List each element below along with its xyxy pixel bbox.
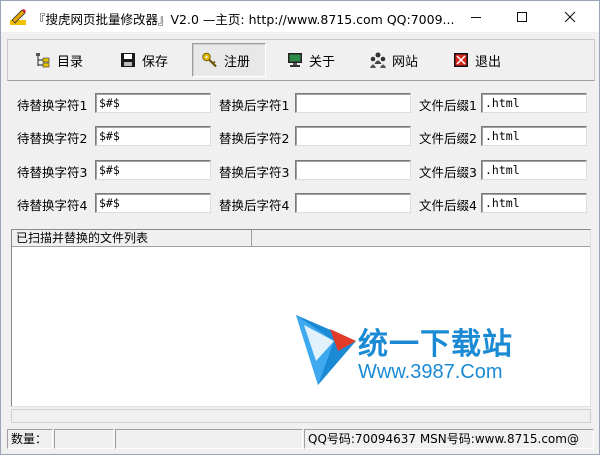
replace-label-2: 替换后字符2 (219, 131, 290, 146)
find-input-3[interactable]: $#$ (95, 160, 211, 180)
replace-label-3: 替换后字符3 (219, 165, 290, 180)
register-button[interactable]: 注册 (192, 43, 266, 77)
maximize-icon (517, 11, 527, 22)
close-icon (564, 11, 576, 22)
folder-tree-icon (36, 53, 50, 68)
exit-label: 退出 (475, 54, 502, 70)
register-label: 注册 (224, 54, 251, 70)
ext-input-2[interactable]: .html (481, 126, 587, 146)
ext-label-2: 文件后缀2 (419, 131, 477, 146)
monitor-icon (288, 53, 302, 67)
find-input-4[interactable]: $#$ (95, 193, 211, 213)
column-header-files[interactable]: 已扫描并替换的文件列表 (12, 230, 252, 247)
directory-label: 目录 (57, 54, 84, 70)
status-contact: QQ号码:70094637 MSN号码:www.8715.com@ (304, 429, 594, 449)
title-bar[interactable]: 『搜虎网页批量修改器』V2.0 —主页: http://www.8715.com… (1, 1, 599, 32)
ext-input-1[interactable]: .html (481, 93, 587, 113)
find-input-1[interactable]: $#$ (95, 93, 211, 113)
key-icon (202, 52, 217, 68)
ext-input-3[interactable]: .html (481, 160, 587, 180)
minimize-button[interactable] (453, 1, 499, 32)
ext-input-4[interactable]: .html (481, 193, 587, 213)
close-button[interactable] (547, 1, 593, 32)
replace-input-3[interactable] (295, 160, 411, 180)
directory-button[interactable]: 目录 (26, 43, 91, 77)
replace-input-1[interactable] (295, 93, 411, 113)
replace-label-4: 替换后字符4 (219, 198, 290, 213)
horizontal-scrollbar[interactable] (11, 409, 591, 423)
watermark-logo-icon (296, 315, 356, 385)
find-label-1: 待替换字符1 (17, 98, 88, 113)
column-header-empty[interactable] (253, 230, 589, 247)
toolbar: 目录 保存 注册 关于 网站 退出 (7, 39, 595, 81)
window-title: 『搜虎网页批量修改器』V2.0 —主页: http://www.8715.com… (33, 12, 455, 27)
maximize-button[interactable] (499, 1, 545, 32)
website-label: 网站 (392, 54, 419, 70)
replace-input-2[interactable] (295, 126, 411, 146)
ext-label-1: 文件后缀1 (419, 98, 477, 113)
save-label: 保存 (142, 54, 169, 70)
status-count-label: 数量： (7, 429, 53, 449)
save-button[interactable]: 保存 (111, 43, 176, 77)
exit-button[interactable]: 退出 (444, 43, 509, 77)
about-label: 关于 (309, 54, 336, 70)
ext-label-3: 文件后缀3 (419, 165, 477, 180)
people-icon (370, 52, 386, 68)
status-bar: 数量： QQ号码:70094637 MSN号码:www.8715.com@ (7, 429, 595, 449)
ext-label-4: 文件后缀4 (419, 198, 477, 213)
app-pencil-icon (10, 9, 26, 25)
exit-icon (454, 53, 468, 67)
list-header: 已扫描并替换的文件列表 (12, 230, 590, 247)
about-button[interactable]: 关于 (278, 43, 343, 77)
find-input-2[interactable]: $#$ (95, 126, 211, 146)
floppy-disk-icon (121, 53, 135, 67)
find-label-2: 待替换字符2 (17, 131, 88, 146)
website-button[interactable]: 网站 (361, 43, 426, 77)
watermark-url: Www.3987.Com (358, 361, 503, 383)
minimize-icon (471, 16, 481, 18)
find-label-4: 待替换字符4 (17, 198, 88, 213)
watermark: 统一下载站 Www.3987.Com (294, 311, 544, 391)
replace-label-1: 替换后字符1 (219, 98, 290, 113)
replace-input-4[interactable] (295, 193, 411, 213)
watermark-title: 统一下载站 (358, 327, 513, 362)
status-count-value (54, 429, 114, 449)
replace-form: 待替换字符1 $#$ 替换后字符1 文件后缀1 .html 待替换字符2 $#$… (7, 85, 595, 221)
app-window: 『搜虎网页批量修改器』V2.0 —主页: http://www.8715.com… (0, 0, 600, 455)
status-middle (115, 429, 303, 449)
find-label-3: 待替换字符3 (17, 165, 88, 180)
